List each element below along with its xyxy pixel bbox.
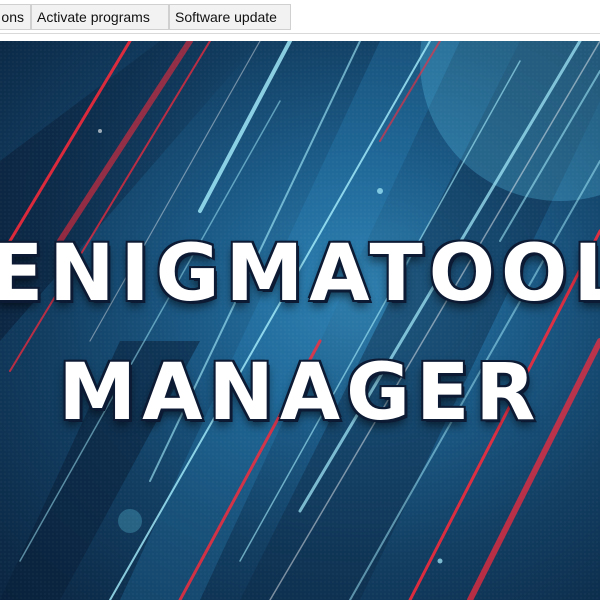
menu-item-activate-programs[interactable]: Activate programs <box>31 4 169 30</box>
banner-title-line2: MANAGER <box>58 348 542 438</box>
banner-background-art <box>0 41 600 600</box>
splash-banner: ENIGMATOOL MANAGER <box>0 41 600 600</box>
menu-bar: ons Activate programs Software update <box>0 0 600 34</box>
banner-title-line1: ENIGMATOOL <box>0 229 600 319</box>
menu-item-software-update[interactable]: Software update <box>169 4 291 30</box>
menu-item-options[interactable]: ons <box>0 4 31 30</box>
